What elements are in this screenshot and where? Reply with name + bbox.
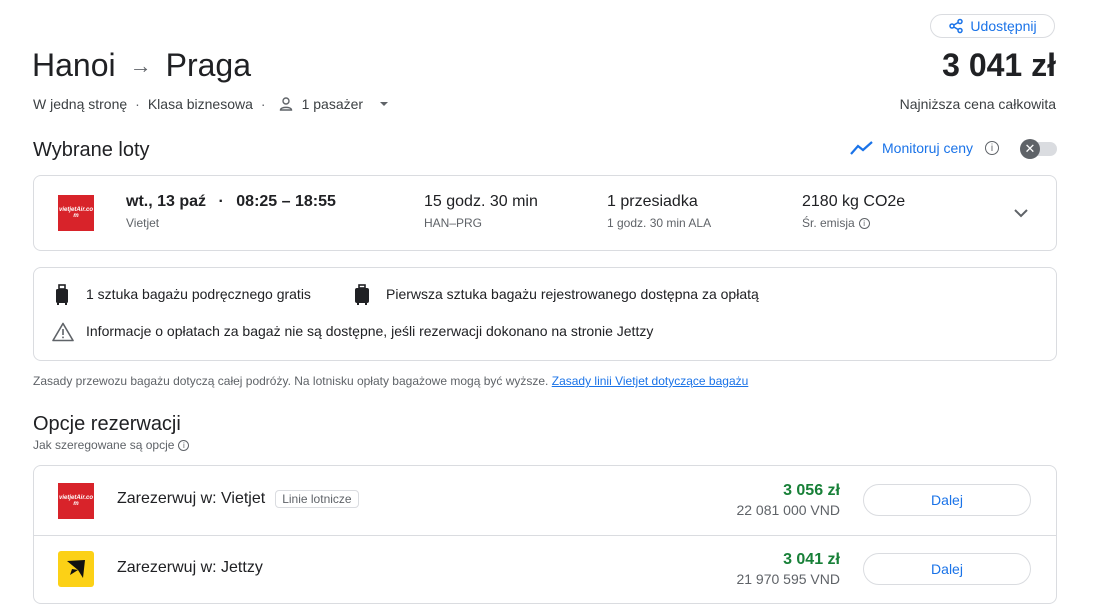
info-icon[interactable]: i xyxy=(985,141,1000,155)
baggage-card: 1 sztuka bagażu podręcznego gratis Pierw… xyxy=(33,267,1057,361)
booking-option: vietjetAir.com Zarezerwuj w: Vietjet Lin… xyxy=(34,466,1056,536)
share-label: Udostępnij xyxy=(970,18,1037,34)
option-price: 3 041 zł xyxy=(783,551,840,568)
separator-dot: · xyxy=(260,96,266,112)
passenger-selector[interactable]: 1 pasażer xyxy=(278,96,391,112)
option-label: Zarezerwuj w: Jettzy xyxy=(117,559,263,576)
flight-card[interactable]: vietjetAir.com wt., 13 paź · 08:25 – 18:… xyxy=(33,175,1057,251)
booking-options-list: vietjetAir.com Zarezerwuj w: Vietjet Lin… xyxy=(33,465,1057,604)
continue-button[interactable]: Dalej xyxy=(863,553,1031,585)
person-icon xyxy=(279,97,292,111)
carry-on-info: 1 sztuka bagażu podręcznego gratis xyxy=(86,286,311,302)
layover-info: 1 godz. 30 min ALA xyxy=(607,216,712,230)
jettzy-plane-icon xyxy=(67,560,85,578)
passenger-count: 1 pasażer xyxy=(301,96,364,112)
share-button[interactable]: Udostępnij xyxy=(930,14,1055,38)
track-prices-label: Monitoruj ceny xyxy=(882,140,974,156)
arrow-right-icon: → xyxy=(129,52,152,78)
airline-name: Vietjet xyxy=(126,216,160,230)
jettzy-logo xyxy=(58,551,94,587)
vietjet-logo: vietjetAir.com xyxy=(58,483,94,519)
info-icon: i xyxy=(178,440,190,452)
booking-options-title: Opcje rezerwacji xyxy=(33,413,181,435)
info-icon[interactable]: i xyxy=(858,218,870,230)
airline-tag: Linie lotnicze xyxy=(275,490,359,508)
vietjet-logo-text: vietjetAir.com xyxy=(59,207,94,219)
checked-bag-info: Pierwsza sztuka bagażu rejestrowanego do… xyxy=(386,286,759,302)
option-price: 3 056 zł xyxy=(783,482,840,499)
stops-count: 1 przesiadka xyxy=(607,193,698,210)
total-price: 3 041 zł xyxy=(942,47,1056,83)
baggage-note: Zasady przewozu bagażu dotyczą całej pod… xyxy=(33,374,748,388)
trending-icon xyxy=(850,141,873,155)
caret-down-icon xyxy=(380,102,389,106)
share-icon xyxy=(949,18,964,34)
track-prices-button[interactable]: Monitoruj ceny i xyxy=(850,140,1000,156)
flight-date-time: wt., 13 paź · 08:25 – 18:55 xyxy=(126,193,336,211)
baggage-note-text: Zasady przewozu bagażu dotyczą całej pod… xyxy=(33,374,549,388)
ranking-info-label: Jak szeregowane są opcje xyxy=(33,438,175,452)
carry-on-bag-icon xyxy=(56,284,68,305)
option-price-local: 22 081 000 VND xyxy=(736,502,840,518)
emissions-label: Śr. emisja xyxy=(802,216,855,230)
vietjet-logo: vietjetAir.com xyxy=(58,195,94,231)
separator-dot: · xyxy=(218,193,224,210)
track-prices-toggle[interactable]: ✕ xyxy=(1020,139,1057,159)
flight-times: 08:25 – 18:55 xyxy=(236,193,336,210)
warning-icon xyxy=(52,322,74,342)
trip-type: W jedną stronę xyxy=(33,96,128,112)
chevron-down-icon[interactable] xyxy=(1012,204,1030,222)
trip-meta: W jedną stronę · Klasa biznesowa · 1 pas… xyxy=(33,96,391,112)
baggage-warning: Informacje o opłatach za bagaż nie są do… xyxy=(86,323,654,339)
close-icon: ✕ xyxy=(1020,139,1040,159)
price-caption: Najniższa cena całkowita xyxy=(899,96,1056,112)
option-price-local: 21 970 595 VND xyxy=(736,571,840,587)
flight-date: wt., 13 paź xyxy=(126,193,207,210)
route-title: Hanoi → Praga xyxy=(32,47,251,84)
selected-flights-title: Wybrane loty xyxy=(33,139,150,161)
flight-route: HAN–PRG xyxy=(424,216,483,230)
booking-option: Zarezerwuj w: Jettzy 3 041 zł 21 970 595… xyxy=(34,535,1056,604)
option-title-row: Zarezerwuj w: Vietjet Linie lotnicze xyxy=(117,490,359,508)
ranking-info[interactable]: Jak szeregowane są opcje i xyxy=(33,438,190,452)
checked-bag-icon xyxy=(355,284,369,305)
cabin-class: Klasa biznesowa xyxy=(147,96,253,112)
flight-duration: 15 godz. 30 min xyxy=(424,193,538,210)
emissions-value: 2180 kg CO2e xyxy=(802,193,906,210)
vietjet-logo-text: vietjetAir.com xyxy=(59,495,94,507)
origin-city: Hanoi xyxy=(32,47,116,83)
emissions-caption: Śr. emisja i xyxy=(802,216,870,230)
continue-button[interactable]: Dalej xyxy=(863,484,1031,516)
destination-city: Praga xyxy=(165,47,251,83)
baggage-policy-link[interactable]: Zasady linii Vietjet dotyczące bagażu xyxy=(552,374,749,388)
separator-dot: · xyxy=(135,96,140,112)
option-label: Zarezerwuj w: Vietjet xyxy=(117,490,266,507)
